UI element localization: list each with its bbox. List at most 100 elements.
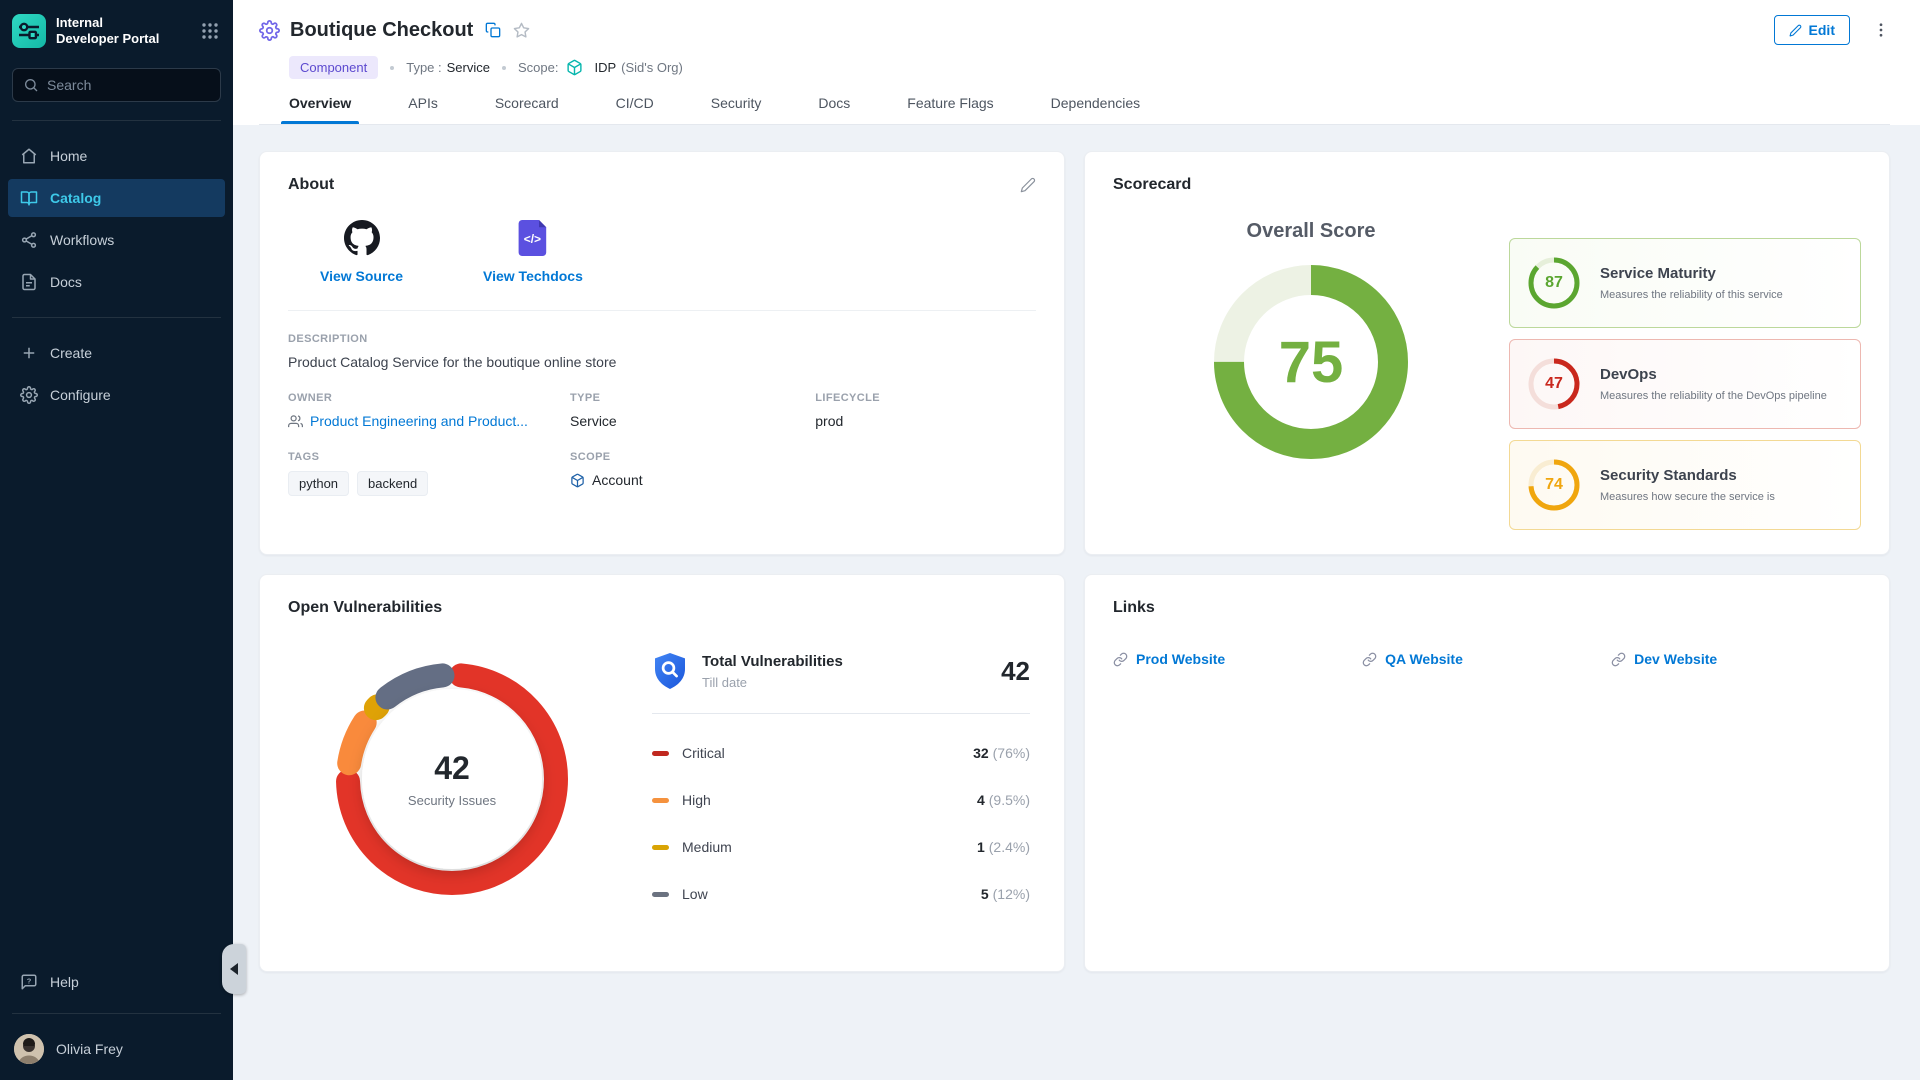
user-menu[interactable]: Olivia Frey <box>0 1024 233 1080</box>
scorecard-item-devops[interactable]: 47 DevOps Measures the reliability of th… <box>1509 339 1861 429</box>
sidebar-item-workflows[interactable]: Workflows <box>8 221 225 259</box>
tab-bar: Overview APIs Scorecard CI/CD Security D… <box>259 95 1890 125</box>
copy-icon[interactable] <box>485 22 501 38</box>
tab-scorecard[interactable]: Scorecard <box>495 95 559 124</box>
sidebar-item-create[interactable]: Create <box>8 334 225 372</box>
user-avatar <box>14 1034 44 1064</box>
dev-website-link[interactable]: Dev Website <box>1611 651 1860 667</box>
type-value: Service <box>447 60 490 75</box>
separator-dot <box>390 66 394 70</box>
divider <box>12 1013 221 1014</box>
tag-chip[interactable]: backend <box>357 471 428 496</box>
critical-dash-icon <box>652 751 669 756</box>
devops-gauge: 47 <box>1526 356 1582 412</box>
description-value: Product Catalog Service for the boutique… <box>288 354 1036 370</box>
total-vulnerabilities-sub: Till date <box>702 675 1001 690</box>
scope-value: IDP <box>594 60 616 75</box>
severity-row-high: High 4 (9.5%) <box>652 792 1030 808</box>
search-icon <box>23 77 39 93</box>
lifecycle-label: LIFECYCLE <box>815 392 1036 404</box>
links-card: Links Prod Website QA Website Dev Websit… <box>1084 574 1890 972</box>
medium-dash-icon <box>652 845 669 850</box>
sidebar-item-help[interactable]: ? Help <box>8 963 225 1001</box>
entity-meta-row: Component Type : Service Scope: IDP (Sid… <box>289 56 1890 79</box>
view-source-link[interactable]: View Source <box>320 220 403 284</box>
tab-security[interactable]: Security <box>711 95 762 124</box>
pencil-icon <box>1789 24 1802 37</box>
scorecard-item-service-maturity[interactable]: 87 Service Maturity Measures the reliabi… <box>1509 238 1861 328</box>
link-icon <box>1611 652 1626 667</box>
apps-grid-icon[interactable] <box>201 22 219 40</box>
description-label: DESCRIPTION <box>288 333 1036 345</box>
edit-button[interactable]: Edit <box>1774 15 1850 45</box>
search-box[interactable] <box>12 68 221 102</box>
logo-row: Internal Developer Portal <box>0 0 233 58</box>
high-dash-icon <box>652 798 669 803</box>
home-icon <box>20 147 38 165</box>
type-label: Type : <box>406 60 441 75</box>
security-issues-count: 42 <box>434 750 470 787</box>
page-header: Boutique Checkout Edit Component <box>233 0 1920 125</box>
sidebar-item-configure[interactable]: Configure <box>8 376 225 414</box>
about-card: About View Source </> View Techdocs <box>259 151 1065 555</box>
sidebar-item-docs[interactable]: Docs <box>8 263 225 301</box>
total-vulnerabilities-value: 42 <box>1001 656 1030 687</box>
sidebar: Internal Developer Portal Home Catalog W… <box>0 0 233 1080</box>
component-gear-icon <box>259 20 280 41</box>
qa-website-link[interactable]: QA Website <box>1362 651 1611 667</box>
divider <box>12 317 221 318</box>
user-name: Olivia Frey <box>56 1041 123 1057</box>
page-title: Boutique Checkout <box>290 19 473 42</box>
main-area: Boutique Checkout Edit Component <box>233 0 1920 1080</box>
tab-dependencies[interactable]: Dependencies <box>1051 95 1141 124</box>
sidebar-collapse-handle[interactable] <box>222 944 246 994</box>
divider <box>12 120 221 121</box>
sidebar-item-home[interactable]: Home <box>8 137 225 175</box>
star-icon[interactable] <box>513 22 530 39</box>
svg-text:?: ? <box>27 977 32 986</box>
overall-score-value: 75 <box>1279 329 1344 396</box>
github-icon <box>344 220 380 256</box>
tab-overview[interactable]: Overview <box>289 95 351 124</box>
more-options-icon[interactable] <box>1872 21 1890 39</box>
account-scope-icon <box>570 473 585 488</box>
about-edit-icon[interactable] <box>1020 177 1036 193</box>
tab-cicd[interactable]: CI/CD <box>616 95 654 124</box>
tags-label: TAGS <box>288 451 570 463</box>
app-root: Internal Developer Portal Home Catalog W… <box>0 0 1920 1080</box>
divider <box>652 713 1030 714</box>
links-title: Links <box>1113 599 1155 617</box>
tag-chip[interactable]: python <box>288 471 349 496</box>
link-icon <box>1362 652 1377 667</box>
app-title: Internal Developer Portal <box>56 15 201 48</box>
scorecard-item-security-standards[interactable]: 74 Security Standards Measures how secur… <box>1509 440 1861 530</box>
about-title: About <box>288 176 334 194</box>
security-issues-label: Security Issues <box>408 793 496 808</box>
severity-row-low: Low 5 (12%) <box>652 886 1030 902</box>
separator-dot <box>502 66 506 70</box>
users-icon <box>288 414 303 429</box>
scope-field-label: SCOPE <box>570 451 815 463</box>
search-input[interactable] <box>47 77 210 93</box>
prod-website-link[interactable]: Prod Website <box>1113 651 1362 667</box>
tab-docs[interactable]: Docs <box>818 95 850 124</box>
techdocs-icon: </> <box>516 220 550 256</box>
chevron-left-icon <box>230 963 238 975</box>
scope-org: (Sid's Org) <box>621 60 683 75</box>
sidebar-item-catalog[interactable]: Catalog <box>8 179 225 217</box>
scorecard-card: Scorecard Overall Score 75 <box>1084 151 1890 555</box>
scorecard-title: Scorecard <box>1113 176 1191 194</box>
view-techdocs-link[interactable]: </> View Techdocs <box>483 220 583 284</box>
owner-label: OWNER <box>288 392 570 404</box>
help-icon: ? <box>20 973 38 991</box>
tab-feature-flags[interactable]: Feature Flags <box>907 95 993 124</box>
vulnerabilities-donut: 42 Security Issues <box>324 651 580 907</box>
docs-icon <box>20 273 38 291</box>
owner-link[interactable]: Product Engineering and Product... <box>310 413 528 429</box>
scope-label: Scope: <box>518 60 558 75</box>
overall-score-donut: 75 <box>1206 257 1416 467</box>
scope-field-value: Account <box>592 472 643 488</box>
tab-apis[interactable]: APIs <box>408 95 438 124</box>
divider <box>288 310 1036 311</box>
catalog-icon <box>20 189 38 207</box>
